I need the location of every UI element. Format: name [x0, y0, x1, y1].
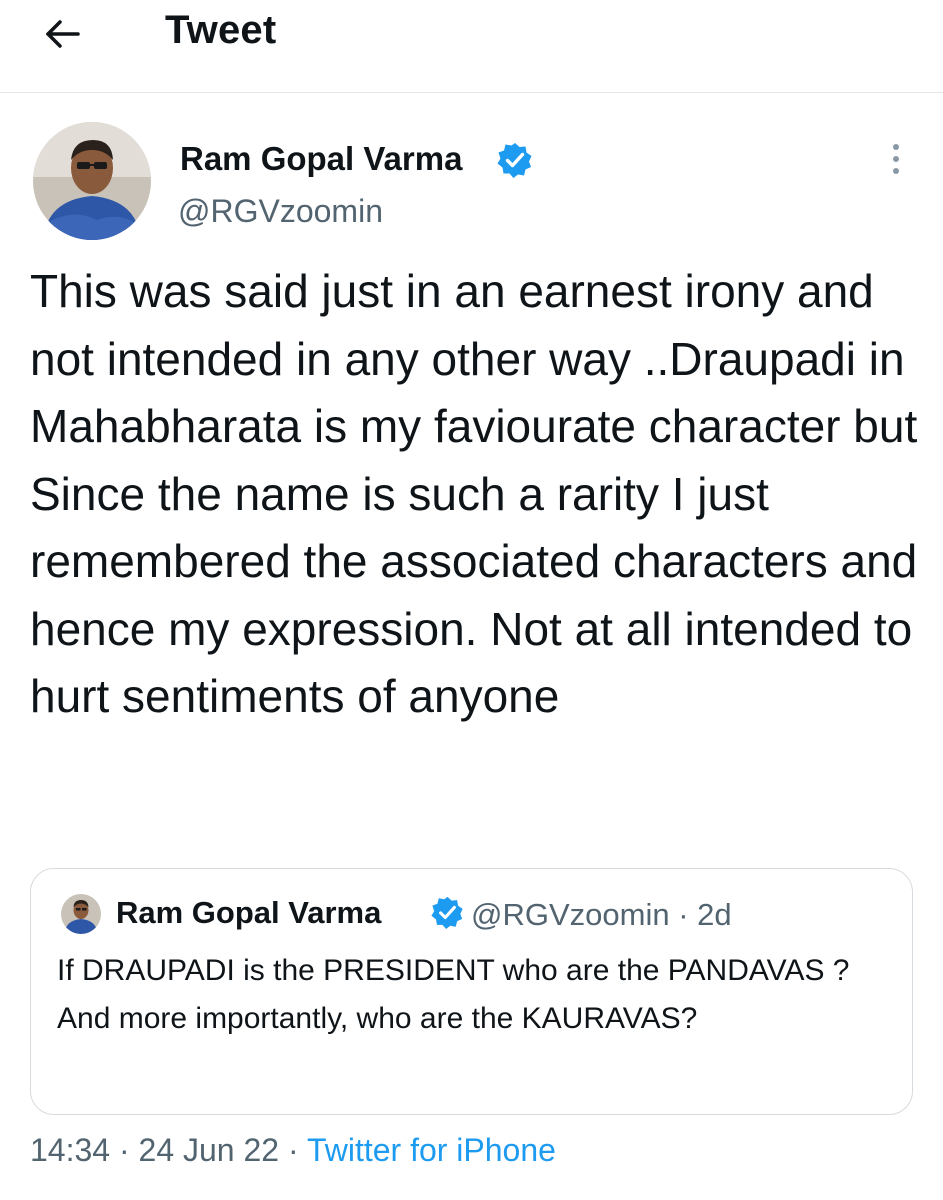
- back-button[interactable]: [40, 12, 84, 56]
- author-handle[interactable]: @RGVzoomin: [178, 193, 383, 230]
- quoted-separator: ·: [678, 897, 689, 932]
- tweet-source-link[interactable]: Twitter for iPhone: [307, 1132, 556, 1168]
- tweet-time: 14:34: [30, 1132, 111, 1168]
- more-vertical-icon: [893, 144, 899, 174]
- meta-separator: ·: [118, 1132, 130, 1168]
- author-avatar[interactable]: [33, 122, 151, 240]
- verified-badge-icon: [497, 143, 532, 178]
- quoted-author-name: Ram Gopal Varma: [116, 895, 382, 930]
- quoted-author-avatar: [61, 894, 101, 934]
- quoted-tweet-text: If DRAUPADI is the PRESIDENT who are the…: [57, 954, 850, 1035]
- top-bar: Tweet: [0, 0, 943, 93]
- arrow-left-icon: [46, 20, 80, 48]
- quoted-age: 2d: [697, 897, 732, 932]
- page-title: Tweet: [165, 8, 277, 52]
- tweet-text: This was said just in an earnest irony a…: [30, 265, 918, 722]
- tweet-metadata: 14:34 · 24 Jun 22 · Twitter for iPhone: [30, 1132, 556, 1169]
- quoted-tweet-card[interactable]: Ram Gopal Varma @RGVzoomin · 2d If DRAUP…: [30, 868, 913, 1115]
- more-options-button[interactable]: [882, 140, 910, 180]
- tweet-date: 24 Jun 22: [138, 1132, 280, 1168]
- quoted-verified-badge-icon: [431, 896, 463, 929]
- meta-separator: ·: [287, 1132, 299, 1168]
- author-name[interactable]: Ram Gopal Varma: [180, 140, 462, 178]
- quoted-handle-line: @RGVzoomin · 2d: [471, 897, 732, 933]
- quoted-author-handle: @RGVzoomin: [471, 897, 670, 932]
